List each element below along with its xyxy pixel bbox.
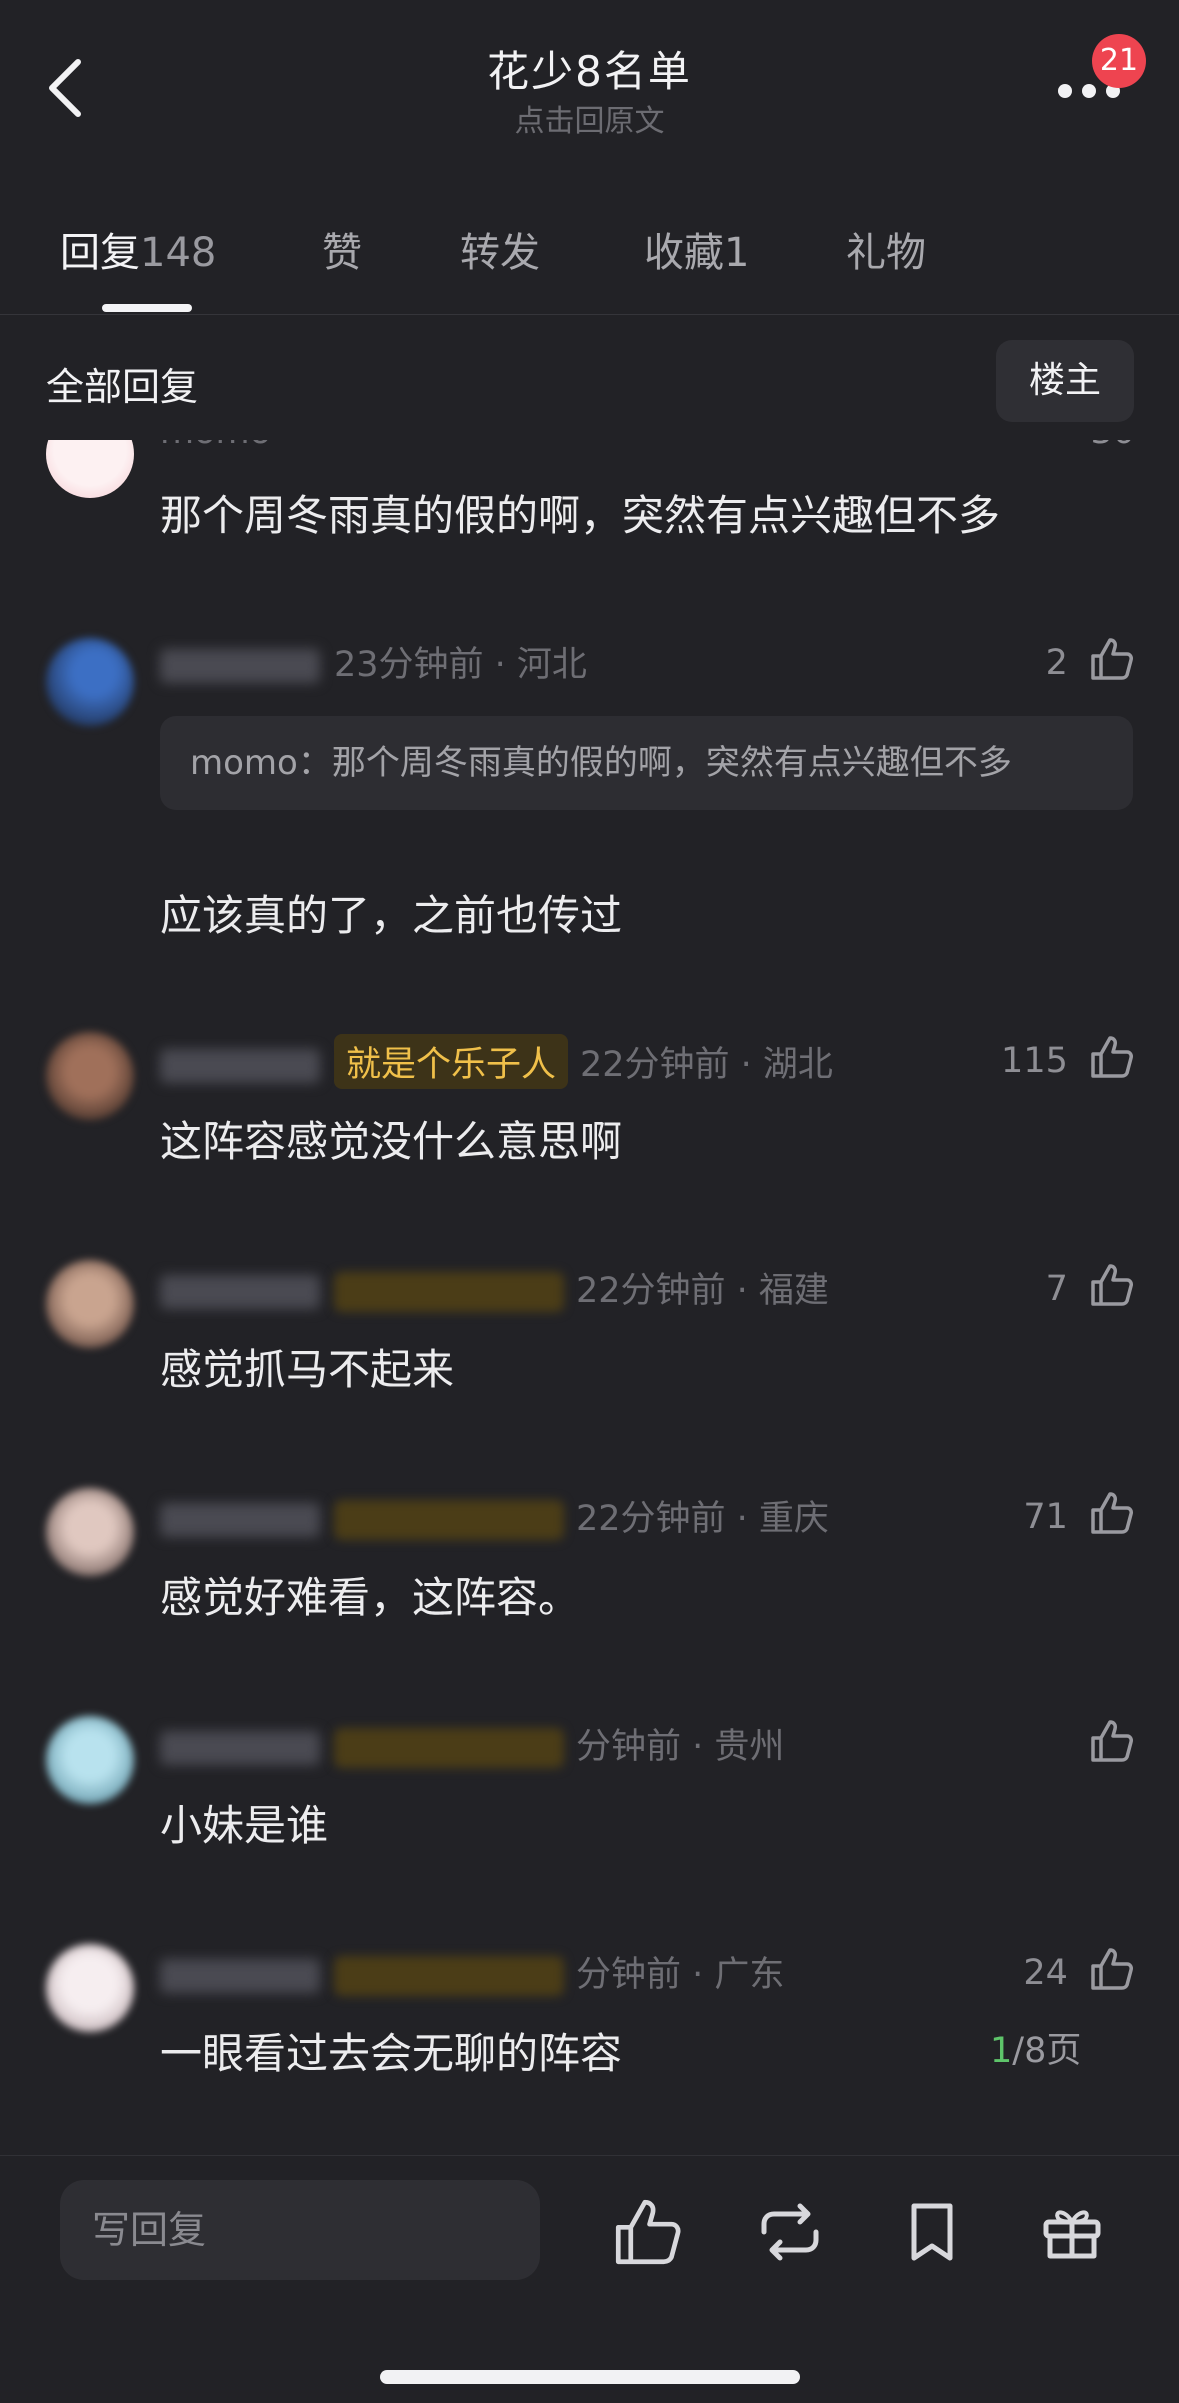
tab-count: 1 (724, 230, 750, 276)
thumb-up-icon (1091, 1948, 1133, 1990)
tab-gifts[interactable]: 礼物 (846, 220, 926, 278)
like-button[interactable]: 71 (1023, 1490, 1135, 1537)
repost-button[interactable] (754, 2196, 826, 2268)
user-tag-blurred (334, 1728, 564, 1768)
tab-bar: 回复148 赞 转发 收藏1 礼物 (0, 210, 1179, 315)
bookmark-button[interactable] (896, 2196, 968, 2268)
thumb-up-icon (1091, 1264, 1133, 1306)
like-button[interactable] (1079, 1718, 1135, 1765)
username[interactable]: momo (160, 440, 271, 452)
page-indicator[interactable]: 1/8页 (990, 2022, 1081, 2073)
like-post-button[interactable] (612, 2196, 684, 2268)
comment-text: 这阵容感觉没什么意思啊 (160, 1117, 623, 1166)
comment-list[interactable]: momo 30 那个周冬雨真的假的啊，突然有点兴趣但不多 23分钟前 · 河北 … (0, 440, 1179, 2150)
username-blurred[interactable] (160, 1049, 320, 1083)
reply-input[interactable]: 写回复 (60, 2180, 540, 2280)
comment-meta: 22分钟前 · 重庆 (160, 1490, 829, 1541)
page-title: 花少8名单 (487, 47, 692, 96)
like-button[interactable]: 2 (1046, 636, 1135, 683)
avatar[interactable] (46, 1944, 134, 2032)
thumb-up-icon (1091, 1720, 1133, 1762)
tab-label: 转发 (460, 230, 540, 276)
more-icon (1058, 84, 1072, 98)
like-count: 71 (1023, 1497, 1068, 1537)
like-button[interactable]: 30 (1090, 440, 1135, 452)
comment-time-location: 22分钟前 · 福建 (576, 1271, 829, 1311)
comment-time-location: 22分钟前 · 湖北 (580, 1045, 833, 1085)
top-bar: 花少8名单 点击回原文 21 (0, 0, 1179, 170)
comment-meta: 就是个乐子人 22分钟前 · 湖北 (160, 1034, 833, 1089)
comment-text: 感觉好难看，这阵容。 (160, 1573, 581, 1622)
avatar[interactable] (46, 1032, 134, 1120)
gift-button[interactable] (1036, 2196, 1108, 2268)
comment-meta: 22分钟前 · 福建 (160, 1262, 829, 1313)
avatar[interactable] (46, 440, 134, 498)
more-icon-dot (1082, 84, 1096, 98)
tab-reposts[interactable]: 转发 (460, 220, 540, 278)
comment-text: 那个周冬雨真的假的啊，突然有点兴趣但不多 (160, 491, 1001, 540)
like-count: 7 (1045, 1269, 1068, 1309)
bookmark-icon (911, 2203, 953, 2261)
user-tag-blurred (334, 1956, 564, 1996)
comment-time-location: 分钟前 · 广东 (576, 1955, 785, 1995)
all-replies-label: 全部回复 (46, 365, 199, 409)
comment-meta: 23分钟前 · 河北 (160, 636, 587, 687)
avatar[interactable] (46, 1488, 134, 1576)
user-tag-blurred (334, 1272, 564, 1312)
avatar[interactable] (46, 638, 134, 726)
user-tag: 就是个乐子人 (334, 1034, 569, 1089)
quoted-comment[interactable]: momo：那个周冬雨真的假的啊，突然有点兴趣但不多 (160, 716, 1133, 810)
like-count: 2 (1045, 643, 1068, 683)
gift-icon (1043, 2210, 1101, 2259)
comment-time-location: 22分钟前 · 重庆 (576, 1499, 829, 1539)
comment-time-location: 23分钟前 · 河北 (334, 645, 587, 685)
comment-meta: momo (160, 440, 271, 452)
comment-text: 感觉抓马不起来 (160, 1345, 455, 1394)
back-to-original-link[interactable]: 点击回原文 (0, 96, 1179, 140)
notification-badge: 21 (1092, 34, 1146, 88)
like-count: 24 (1023, 1953, 1068, 1993)
thumb-up-icon (1091, 1492, 1133, 1534)
tab-replies[interactable]: 回复148 (60, 220, 216, 278)
comment-text: 一眼看过去会无聊的阵容 (160, 2029, 623, 2078)
avatar[interactable] (46, 1716, 134, 1804)
username-blurred[interactable] (160, 1959, 320, 1993)
tab-count: 148 (140, 230, 217, 276)
like-button[interactable]: 115 (1001, 1034, 1135, 1081)
like-button[interactable]: 7 (1046, 1262, 1135, 1309)
tab-likes[interactable]: 赞 (322, 220, 362, 278)
thumb-up-icon (615, 2199, 681, 2265)
tab-label: 收藏 (644, 230, 724, 276)
thumb-up-icon (1091, 638, 1133, 680)
username-blurred[interactable] (160, 649, 320, 683)
current-page: 1 (990, 2031, 1013, 2071)
user-tag-blurred (334, 1500, 564, 1540)
username-blurred[interactable] (160, 1275, 320, 1309)
like-count: 115 (1001, 1041, 1068, 1081)
like-count: 30 (1090, 440, 1135, 452)
comment-meta: 分钟前 · 广东 (160, 1946, 784, 1997)
like-button[interactable]: 24 (1023, 1946, 1135, 1993)
comment-meta: 分钟前 · 贵州 (160, 1718, 784, 1769)
repost-icon (761, 2203, 819, 2261)
owner-only-button[interactable]: 楼主 (996, 340, 1134, 422)
tab-label: 回复 (60, 230, 140, 276)
total-pages: /8页 (1012, 2031, 1082, 2071)
home-indicator (380, 2370, 800, 2384)
avatar[interactable] (46, 1260, 134, 1348)
bottom-action-bar: 写回复 (0, 2155, 1179, 2403)
username-blurred[interactable] (160, 1503, 320, 1537)
tab-label: 赞 (322, 230, 362, 276)
comment-text: 小妹是谁 (160, 1801, 329, 1850)
comment-time-location: 分钟前 · 贵州 (576, 1727, 785, 1767)
tab-label: 礼物 (846, 230, 926, 276)
thumb-up-icon (1091, 1036, 1133, 1078)
active-tab-indicator (102, 304, 192, 312)
tab-favorites[interactable]: 收藏1 (644, 220, 749, 278)
comment-text: 应该真的了，之前也传过 (160, 891, 623, 940)
username-blurred[interactable] (160, 1731, 320, 1765)
